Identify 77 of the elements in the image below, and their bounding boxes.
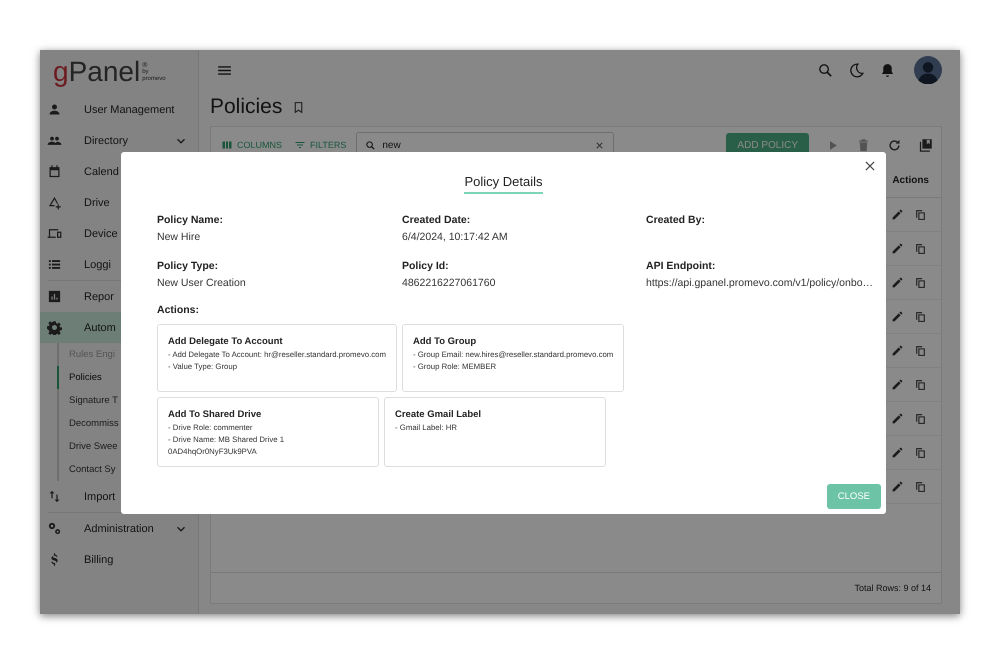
edit-icon[interactable] bbox=[891, 276, 904, 289]
field-label: API Endpoint: bbox=[646, 260, 716, 272]
field-label: Created By: bbox=[646, 214, 706, 226]
edit-icon[interactable] bbox=[891, 242, 904, 255]
copy-icon[interactable] bbox=[914, 412, 927, 425]
devices-icon bbox=[47, 226, 62, 241]
field-label: Policy Name: bbox=[157, 214, 224, 226]
nav-label: Repor bbox=[84, 290, 114, 302]
moon-icon[interactable] bbox=[848, 62, 865, 78]
field-value: 4862216227061760 bbox=[402, 277, 496, 289]
edit-icon[interactable] bbox=[891, 412, 904, 425]
nav-label: Calend bbox=[84, 166, 119, 178]
filter-icon bbox=[294, 139, 306, 151]
field-value: New Hire bbox=[157, 231, 202, 243]
copy-icon[interactable] bbox=[914, 310, 927, 323]
copy-icon[interactable] bbox=[914, 242, 927, 255]
nav-label: Directory bbox=[84, 134, 128, 146]
action-title: Add To Group bbox=[412, 336, 478, 347]
report-icon bbox=[47, 289, 62, 304]
action-title: Add To Shared Drive bbox=[168, 409, 262, 420]
edit-icon[interactable] bbox=[891, 480, 904, 493]
copy-icon[interactable] bbox=[914, 378, 927, 391]
dialog-title: Policy Details bbox=[464, 174, 543, 194]
nav-item[interactable]: User Management bbox=[40, 94, 198, 125]
bookmark-icon[interactable] bbox=[292, 100, 306, 114]
field-value: 6/4/2024, 10:17:42 AM bbox=[402, 231, 509, 243]
person-icon bbox=[47, 102, 62, 117]
field-label: Created Date: bbox=[402, 214, 472, 226]
gear-icon bbox=[47, 320, 62, 335]
refresh-icon[interactable] bbox=[887, 138, 902, 152]
field-value: https://api.gpanel.promevo.com/v1/policy/onbo… bbox=[646, 277, 874, 289]
trash-icon[interactable] bbox=[856, 138, 871, 152]
edit-icon[interactable] bbox=[891, 310, 904, 323]
nav-label: Billing bbox=[84, 554, 114, 566]
nav-label: Administration bbox=[84, 522, 154, 534]
nav-label: Import bbox=[84, 490, 116, 502]
list-icon bbox=[47, 257, 62, 272]
copy-icon[interactable] bbox=[914, 208, 927, 221]
search-icon bbox=[365, 140, 376, 150]
nav-item[interactable]: Directory bbox=[40, 125, 198, 156]
copy-icon[interactable] bbox=[914, 480, 927, 493]
columns-button[interactable]: COLUMNS bbox=[219, 137, 284, 153]
nav-item[interactable]: Administration bbox=[40, 513, 198, 544]
columns-icon bbox=[221, 139, 233, 151]
nav-label: Drive bbox=[84, 196, 110, 208]
gears-icon bbox=[47, 521, 62, 536]
close-icon[interactable] bbox=[863, 159, 877, 173]
page-title: Policies bbox=[210, 95, 282, 119]
nav-item[interactable]: Calend bbox=[40, 156, 198, 187]
import-icon bbox=[47, 489, 62, 504]
calendar-icon bbox=[47, 164, 62, 179]
search-icon[interactable] bbox=[817, 62, 834, 78]
drive-icon bbox=[47, 195, 62, 210]
library-icon[interactable] bbox=[918, 138, 933, 152]
field-label: Policy Id: bbox=[402, 260, 450, 272]
avatar-icon[interactable] bbox=[914, 56, 942, 84]
nav-label: User Management bbox=[84, 104, 174, 116]
field-value: New User Creation bbox=[157, 277, 247, 289]
copy-icon[interactable] bbox=[914, 446, 927, 459]
edit-icon[interactable] bbox=[891, 208, 904, 221]
field-label: Policy Type: bbox=[157, 260, 220, 272]
edit-icon[interactable] bbox=[891, 378, 904, 391]
column-header[interactable]: Actions bbox=[892, 174, 929, 186]
nav-label: Device bbox=[84, 228, 118, 240]
bell-icon[interactable] bbox=[879, 62, 896, 78]
nav-label: Loggi bbox=[84, 258, 111, 270]
clear-icon[interactable] bbox=[594, 140, 606, 150]
filters-button[interactable]: FILTERS bbox=[292, 137, 348, 153]
row-count: Total Rows: 9 of 14 bbox=[854, 583, 931, 593]
nav-item[interactable]: Import bbox=[40, 481, 198, 512]
copy-icon[interactable] bbox=[914, 344, 927, 357]
edit-icon[interactable] bbox=[891, 344, 904, 357]
nav-item[interactable]: Billing bbox=[40, 544, 198, 575]
edit-icon[interactable] bbox=[891, 446, 904, 459]
nav-label: Autom bbox=[84, 322, 116, 334]
action-title: Create Gmail Label bbox=[395, 409, 482, 420]
copy-icon[interactable] bbox=[914, 276, 927, 289]
